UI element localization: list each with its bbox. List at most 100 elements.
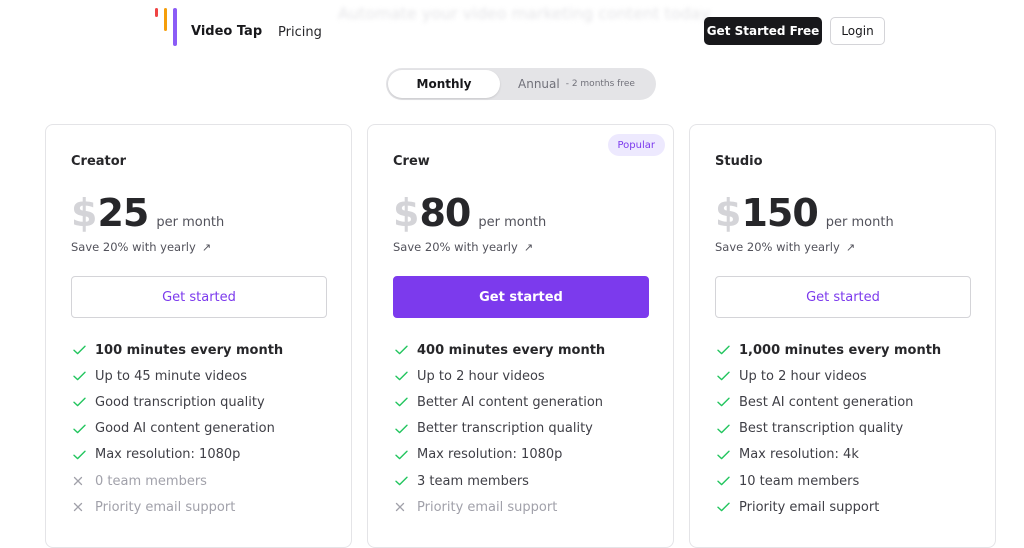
- feature-text: 100 minutes every month: [95, 342, 284, 358]
- price-amount: 25: [97, 191, 149, 235]
- feature-text: Up to 2 hour videos: [417, 368, 545, 384]
- plan-card-crew: Crew Popular $ 80 per month Save 20% with…: [367, 124, 674, 548]
- feature-text: 400 minutes every month: [417, 342, 606, 358]
- billing-monthly-option[interactable]: Monthly: [388, 70, 500, 98]
- plan-name: Creator: [71, 154, 127, 169]
- cross-icon: [73, 502, 89, 512]
- feature-item: Up to 45 minute videos: [73, 363, 283, 389]
- feature-list: 400 minutes every month Up to 2 hour vid…: [395, 337, 605, 520]
- plan-price: $ 150 per month: [715, 191, 894, 235]
- feature-text: Priority email support: [95, 499, 236, 515]
- plan-card-studio: Studio $ 150 per month Save 20% with yea…: [689, 124, 996, 548]
- price-period: per month: [825, 215, 894, 230]
- feature-item: Up to 2 hour videos: [395, 363, 605, 389]
- get-started-button[interactable]: Get started: [71, 276, 327, 318]
- feature-text: Better AI content generation: [417, 394, 604, 410]
- header-tagline: Automate your video marketing content to…: [338, 4, 711, 23]
- feature-item: Max resolution: 1080p: [395, 442, 605, 468]
- save-yearly-text: Save 20% with yearly: [715, 240, 840, 254]
- check-icon: [717, 371, 733, 381]
- check-icon: [717, 397, 733, 407]
- plan-price: $ 80 per month: [393, 191, 546, 235]
- feature-item: 100 minutes every month: [73, 337, 283, 363]
- get-started-button[interactable]: Get started: [715, 276, 971, 318]
- check-icon: [73, 345, 89, 355]
- login-button[interactable]: Login: [830, 17, 885, 45]
- feature-item: 10 team members: [717, 468, 941, 494]
- check-icon: [395, 450, 411, 460]
- check-icon: [395, 371, 411, 381]
- feature-item: Up to 2 hour videos: [717, 363, 941, 389]
- plan-name: Studio: [715, 154, 763, 169]
- save-yearly-link[interactable]: Save 20% with yearly ↗: [715, 240, 855, 254]
- video-tap-logo[interactable]: [155, 8, 179, 46]
- save-yearly-text: Save 20% with yearly: [71, 240, 196, 254]
- price-currency: $: [393, 191, 420, 235]
- logo-bar-red: [155, 8, 158, 17]
- site-header: Video Tap Pricing Automate your video ma…: [0, 0, 1024, 60]
- feature-item: 3 team members: [395, 468, 605, 494]
- feature-item: 400 minutes every month: [395, 337, 605, 363]
- feature-item: Good AI content generation: [73, 416, 283, 442]
- plan-card-creator: Creator $ 25 per month Save 20% with yea…: [45, 124, 352, 548]
- check-icon: [717, 476, 733, 486]
- feature-item: Better transcription quality: [395, 416, 605, 442]
- feature-item: Better AI content generation: [395, 389, 605, 415]
- plan-price: $ 25 per month: [71, 191, 224, 235]
- check-icon: [73, 424, 89, 434]
- feature-text: Good AI content generation: [95, 421, 275, 437]
- cross-icon: [73, 476, 89, 486]
- check-icon: [395, 397, 411, 407]
- feature-item: Priority email support: [717, 494, 941, 520]
- check-icon: [395, 476, 411, 486]
- save-yearly-link[interactable]: Save 20% with yearly ↗: [71, 240, 211, 254]
- feature-text: Best transcription quality: [739, 421, 904, 437]
- billing-period-toggle: Monthly Annual - 2 months free: [386, 68, 656, 100]
- billing-annual-label: Annual: [518, 77, 560, 91]
- save-yearly-text: Save 20% with yearly: [393, 240, 518, 254]
- get-started-button[interactable]: Get started: [393, 276, 649, 318]
- feature-text: Max resolution: 4k: [739, 447, 859, 463]
- check-icon: [73, 450, 89, 460]
- cross-icon: [395, 502, 411, 512]
- feature-text: Good transcription quality: [95, 394, 265, 410]
- brand-name[interactable]: Video Tap: [191, 24, 262, 39]
- popular-badge: Popular: [607, 134, 665, 156]
- arrow-up-right-icon: ↗: [523, 241, 534, 254]
- feature-item: Priority email support: [73, 494, 283, 520]
- check-icon: [395, 424, 411, 434]
- feature-text: 10 team members: [739, 473, 860, 489]
- check-icon: [717, 502, 733, 512]
- logo-bar-orange: [164, 8, 167, 31]
- feature-text: 1,000 minutes every month: [739, 342, 942, 358]
- feature-item: 0 team members: [73, 468, 283, 494]
- feature-text: Max resolution: 1080p: [417, 447, 563, 463]
- feature-text: Better transcription quality: [417, 421, 593, 437]
- price-period: per month: [156, 215, 225, 230]
- feature-text: Up to 2 hour videos: [739, 368, 867, 384]
- feature-item: Best AI content generation: [717, 389, 941, 415]
- price-currency: $: [715, 191, 742, 235]
- feature-item: Priority email support: [395, 494, 605, 520]
- check-icon: [717, 345, 733, 355]
- get-started-free-button[interactable]: Get Started Free: [704, 17, 822, 45]
- feature-text: Max resolution: 1080p: [95, 447, 241, 463]
- feature-text: 3 team members: [417, 473, 529, 489]
- arrow-up-right-icon: ↗: [201, 241, 212, 254]
- check-icon: [73, 397, 89, 407]
- feature-item: Best transcription quality: [717, 416, 941, 442]
- feature-item: Max resolution: 1080p: [73, 442, 283, 468]
- billing-annual-note: - 2 months free: [565, 79, 635, 89]
- price-currency: $: [71, 191, 98, 235]
- logo-bar-purple: [173, 8, 177, 46]
- save-yearly-link[interactable]: Save 20% with yearly ↗: [393, 240, 533, 254]
- check-icon: [73, 371, 89, 381]
- nav-pricing-link[interactable]: Pricing: [278, 25, 322, 40]
- check-icon: [717, 424, 733, 434]
- arrow-up-right-icon: ↗: [845, 241, 856, 254]
- feature-text: 0 team members: [95, 473, 207, 489]
- feature-text: Priority email support: [739, 499, 880, 515]
- feature-text: Up to 45 minute videos: [95, 368, 248, 384]
- billing-annual-option[interactable]: Annual - 2 months free: [518, 68, 635, 100]
- feature-list: 1,000 minutes every month Up to 2 hour v…: [717, 337, 941, 520]
